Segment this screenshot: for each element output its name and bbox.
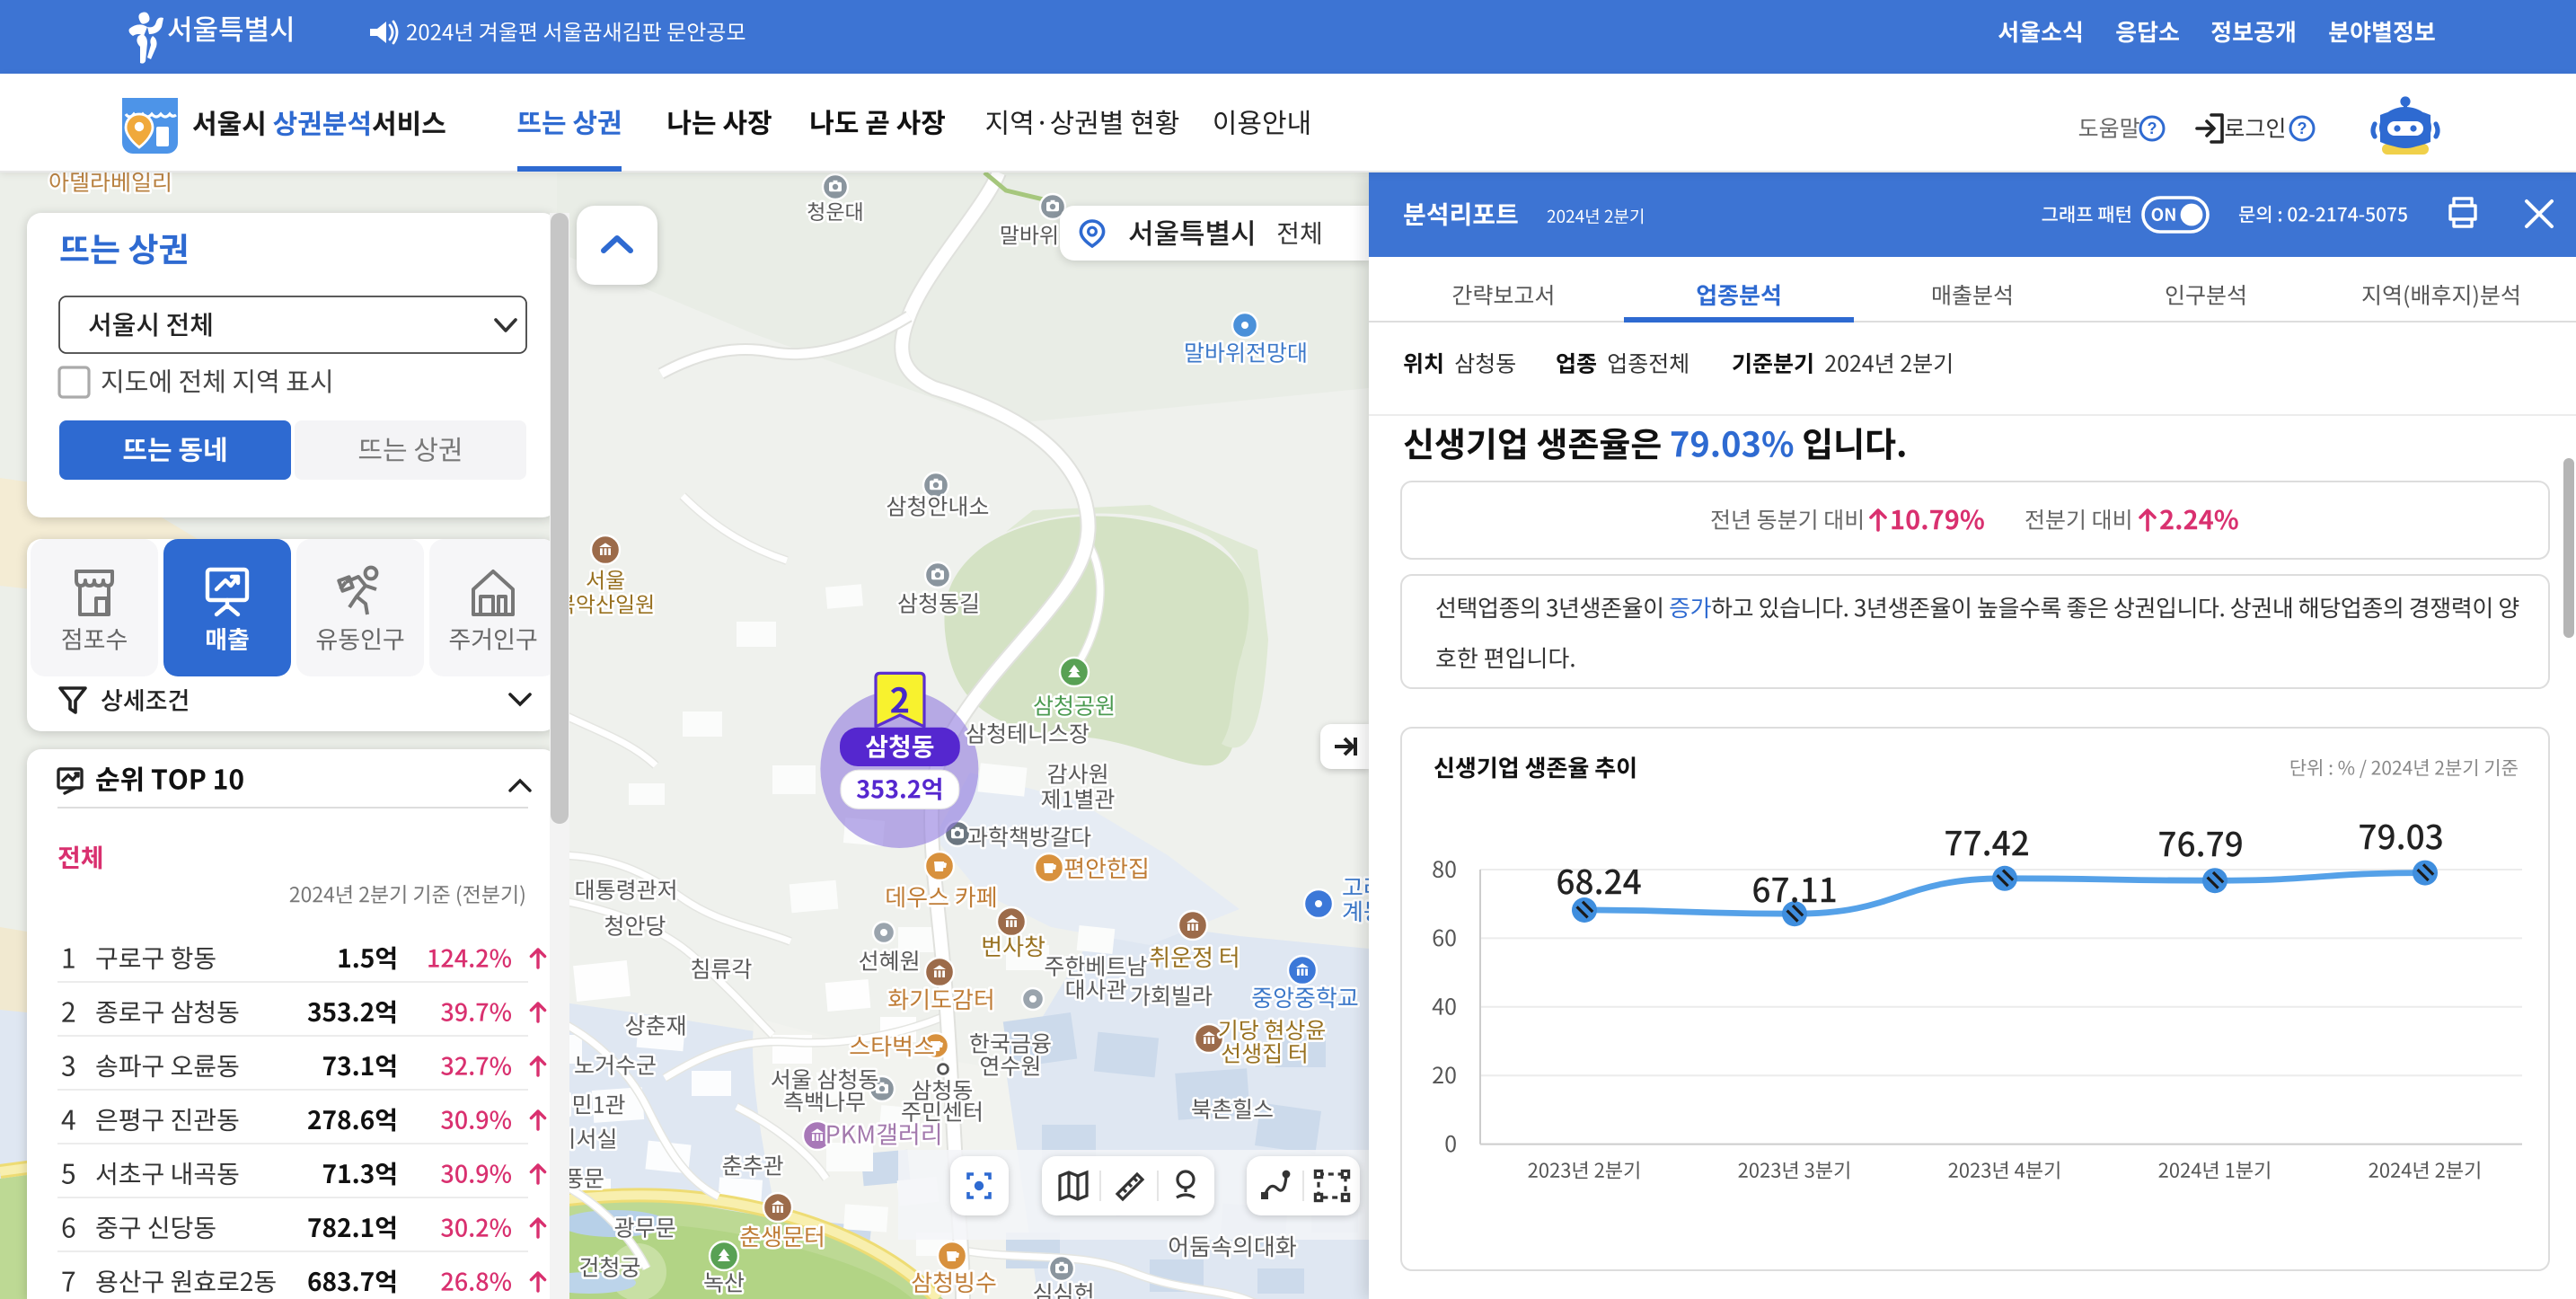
svg-text:?: ?: [2298, 119, 2307, 137]
svg-text:?: ?: [2148, 119, 2157, 137]
